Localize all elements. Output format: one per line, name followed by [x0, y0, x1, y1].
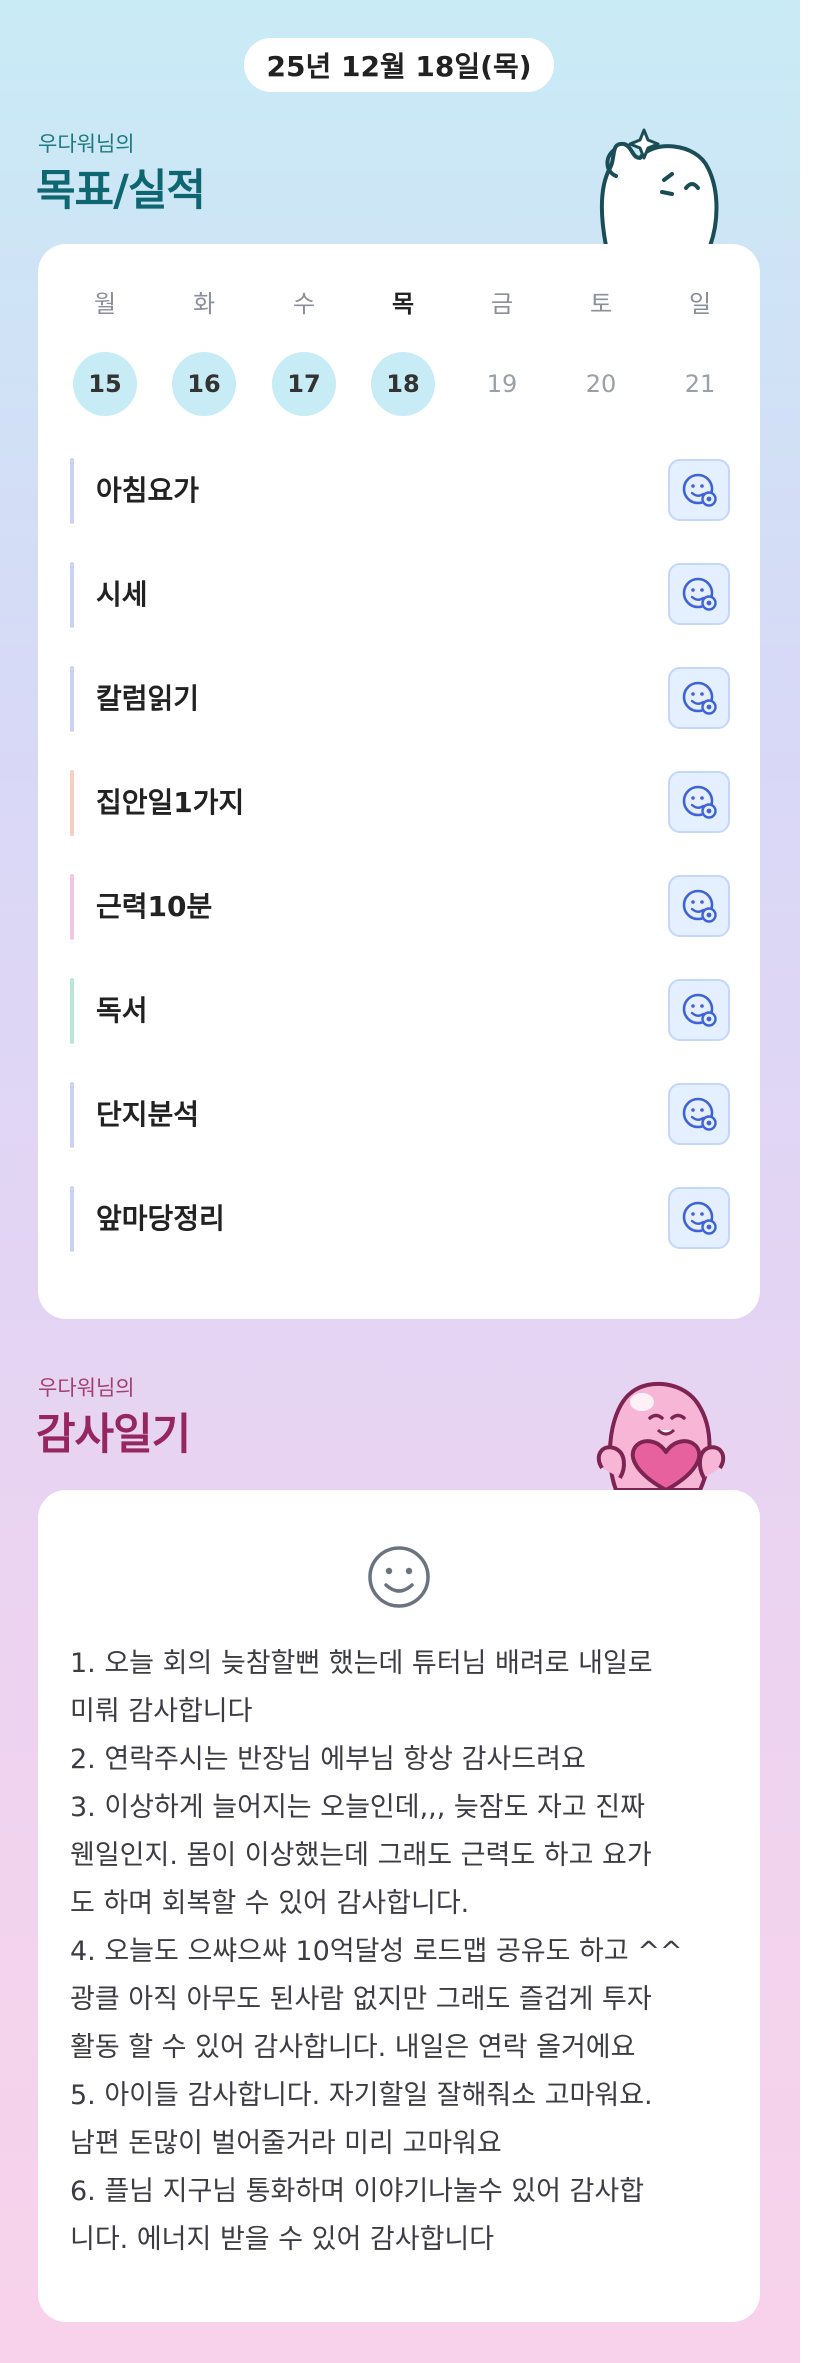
diary-line: 4. 오늘도 으쌰으쌰 10억달성 로드맵 공유도 하고 ^^ — [70, 1936, 683, 1967]
diary-line: 웬일인지. 몸이 이상했는데 그래도 근력도 하고 요가 — [70, 1840, 652, 1871]
goal-color-bar — [70, 666, 74, 732]
day-sat[interactable]: 토 20 — [566, 286, 636, 416]
goal-item: 근력10분 — [70, 874, 730, 940]
diary-line: 6. 플님 지구님 통화하며 이야기나눌수 있어 감사합 — [70, 2176, 645, 2207]
goal-color-bar — [70, 458, 74, 524]
diary-line: 3. 이상하게 늘어지는 오늘인데,,, 늦잠도 자고 진짜 — [70, 1792, 645, 1823]
day-number: 19 — [486, 370, 518, 398]
day-name: 일 — [688, 290, 712, 318]
diary-line: 활동 할 수 있어 감사합니다. 내일은 연락 올거에요 — [70, 2032, 636, 2063]
goal-label: 단지분석 — [96, 1098, 200, 1131]
goal-item: 독서 — [70, 978, 730, 1044]
goal-label: 앞마당정리 — [96, 1202, 225, 1235]
smiley-add-icon — [682, 577, 717, 611]
day-fri[interactable]: 금 19 — [467, 286, 537, 416]
smiley-add-icon — [682, 993, 717, 1027]
goals-subtitle: 우다워님의 — [38, 132, 135, 156]
diary-subtitle: 우다워님의 — [38, 1376, 135, 1400]
goal-label: 독서 — [96, 994, 148, 1027]
smiley-face-icon[interactable] — [366, 1544, 432, 1610]
date-label: 25년 12월 18일(목) — [266, 50, 532, 83]
smiley-add-icon — [682, 785, 717, 819]
goal-label: 칼럼읽기 — [96, 682, 200, 715]
goals-card: 월 15 화 16 수 17 목 18 금 19 토 20 일 21 아침요가 … — [38, 244, 760, 1319]
goal-color-bar — [70, 562, 74, 628]
goal-color-bar — [70, 1082, 74, 1148]
diary-line: 광클 아직 아무도 된사람 없지만 그래도 즐겁게 투자 — [70, 1984, 652, 2015]
diary-card: 1. 오늘 회의 늦참할뻔 했는데 튜터님 배려로 내일로 미뤄 감사합니다 2… — [38, 1490, 760, 2322]
diary-line: 미뤄 감사합니다 — [70, 1696, 253, 1727]
day-name: 토 — [589, 290, 613, 318]
day-mon[interactable]: 월 15 — [70, 286, 140, 416]
goal-check-button[interactable] — [668, 563, 730, 625]
goal-label: 아침요가 — [96, 474, 200, 507]
smiley-add-icon — [682, 1097, 717, 1131]
day-tue[interactable]: 화 16 — [169, 286, 239, 416]
smiley-add-icon — [682, 681, 717, 715]
diary-text: 1. 오늘 회의 늦참할뻔 했는데 튜터님 배려로 내일로 미뤄 감사합니다 2… — [70, 1640, 730, 2264]
goal-item: 앞마당정리 — [70, 1186, 730, 1252]
goal-item: 집안일1가지 — [70, 770, 730, 836]
diary-title: 감사일기 — [36, 1410, 191, 1460]
smiley-add-icon — [682, 473, 717, 507]
date-pill: 25년 12월 18일(목) — [244, 38, 554, 92]
smiley-add-icon — [682, 889, 717, 923]
ghost-mascot-illustration — [599, 128, 719, 246]
day-number: 18 — [371, 352, 435, 416]
diary-line: 니다. 에너지 받을 수 있어 감사합니다 — [70, 2224, 495, 2255]
goal-check-button[interactable] — [668, 459, 730, 521]
day-number: 21 — [684, 370, 716, 398]
day-name: 목 — [391, 290, 415, 318]
goal-item: 칼럼읽기 — [70, 666, 730, 732]
day-number: 16 — [172, 352, 236, 416]
day-thu[interactable]: 목 18 — [368, 286, 438, 416]
goal-check-button[interactable] — [668, 771, 730, 833]
day-name: 수 — [292, 290, 316, 318]
day-wed[interactable]: 수 17 — [269, 286, 339, 416]
day-number: 17 — [272, 352, 336, 416]
diary-line: 도 하며 회복할 수 있어 감사합니다. — [70, 1888, 470, 1919]
goal-check-button[interactable] — [668, 1083, 730, 1145]
goal-label: 집안일1가지 — [96, 786, 245, 819]
diary-line: 5. 아이들 감사합니다. 자기할일 잘해줘소 고마워요. — [70, 2080, 653, 2111]
diary-line: 2. 연락주시는 반장님 에부님 항상 감사드려요 — [70, 1744, 586, 1775]
day-name: 월 — [93, 290, 117, 318]
goal-check-button[interactable] — [668, 875, 730, 937]
goal-check-button[interactable] — [668, 1187, 730, 1249]
page-background: 25년 12월 18일(목) 우다워님의 목표/실적 월 15 화 16 수 1… — [0, 0, 800, 2363]
day-name: 금 — [490, 290, 514, 318]
diary-line: 남편 돈많이 벌어줄거라 미리 고마워요 — [70, 2128, 502, 2159]
goal-color-bar — [70, 770, 74, 836]
day-number: 15 — [73, 352, 137, 416]
day-name: 화 — [192, 290, 216, 318]
goal-item: 시세 — [70, 562, 730, 628]
day-sun[interactable]: 일 21 — [665, 286, 735, 416]
goal-item: 단지분석 — [70, 1082, 730, 1148]
goal-color-bar — [70, 1186, 74, 1252]
day-number: 20 — [585, 370, 617, 398]
goal-label: 근력10분 — [96, 890, 213, 923]
heart-mascot-illustration — [596, 1381, 726, 1490]
diary-line: 1. 오늘 회의 늦참할뻔 했는데 튜터님 배려로 내일로 — [70, 1648, 653, 1679]
goal-item: 아침요가 — [70, 458, 730, 524]
goal-check-button[interactable] — [668, 979, 730, 1041]
goal-color-bar — [70, 978, 74, 1044]
goal-label: 시세 — [96, 578, 148, 611]
smiley-add-icon — [682, 1201, 717, 1235]
goal-check-button[interactable] — [668, 667, 730, 729]
goal-color-bar — [70, 874, 74, 940]
goals-title: 목표/실적 — [36, 166, 206, 216]
